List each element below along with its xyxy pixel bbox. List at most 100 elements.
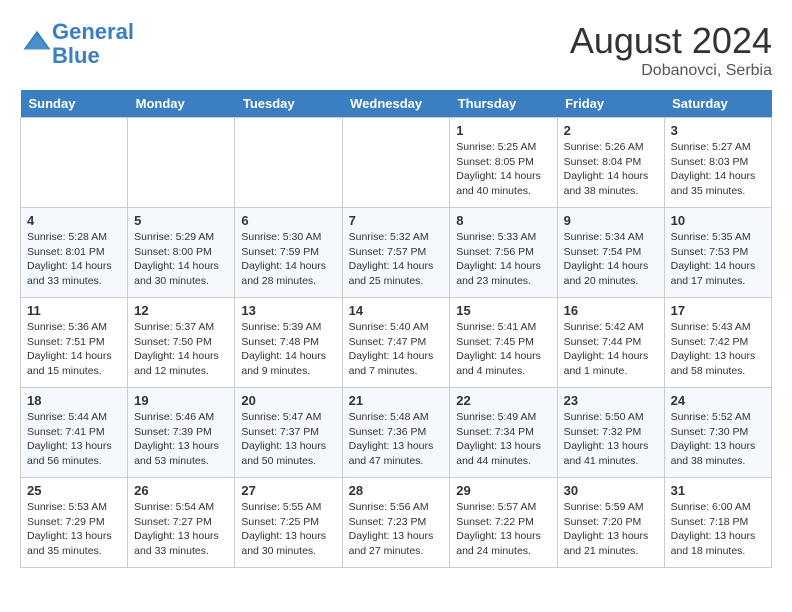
table-row: 11 Sunrise: 5:36 AMSunset: 7:51 PMDayligh… — [21, 298, 128, 388]
day-content: Sunrise: 5:40 AMSunset: 7:47 PMDaylight:… — [349, 320, 444, 379]
day-content: Sunrise: 5:52 AMSunset: 7:30 PMDaylight:… — [671, 410, 765, 469]
table-row: 13 Sunrise: 5:39 AMSunset: 7:48 PMDayligh… — [235, 298, 342, 388]
day-number: 10 — [671, 213, 765, 228]
day-number: 8 — [456, 213, 550, 228]
day-content: Sunrise: 5:27 AMSunset: 8:03 PMDaylight:… — [671, 140, 765, 199]
table-row: 9 Sunrise: 5:34 AMSunset: 7:54 PMDaylight… — [557, 208, 664, 298]
day-content: Sunrise: 5:39 AMSunset: 7:48 PMDaylight:… — [241, 320, 335, 379]
day-content: Sunrise: 5:53 AMSunset: 7:29 PMDaylight:… — [27, 500, 121, 559]
day-content: Sunrise: 5:50 AMSunset: 7:32 PMDaylight:… — [564, 410, 658, 469]
day-content: Sunrise: 5:49 AMSunset: 7:34 PMDaylight:… — [456, 410, 550, 469]
day-content: Sunrise: 5:35 AMSunset: 7:53 PMDaylight:… — [671, 230, 765, 289]
day-number: 4 — [27, 213, 121, 228]
table-row: 29Sunrise: 5:57 AMSunset: 7:22 PMDayligh… — [450, 478, 557, 568]
table-row: 31 Sunrise: 6:00 AMSunset: 7:18 PMDayligh… — [664, 478, 771, 568]
day-content: Sunrise: 5:42 AMSunset: 7:44 PMDaylight:… — [564, 320, 658, 379]
day-number: 6 — [241, 213, 335, 228]
day-content: Sunrise: 5:47 AMSunset: 7:37 PMDaylight:… — [241, 410, 335, 469]
day-number: 13 — [241, 303, 335, 318]
table-row: 23 Sunrise: 5:50 AMSunset: 7:32 PMDayligh… — [557, 388, 664, 478]
table-row: 18Sunrise: 5:44 AMSunset: 7:41 PMDayligh… — [21, 388, 128, 478]
day-number: 24 — [671, 393, 765, 408]
day-content: Sunrise: 5:28 AMSunset: 8:01 PMDaylight:… — [27, 230, 121, 289]
table-row: 17 Sunrise: 5:43 AMSunset: 7:42 PMDayligh… — [664, 298, 771, 388]
day-number: 25 — [27, 483, 121, 498]
day-number: 1 — [456, 123, 550, 138]
day-content: Sunrise: 5:29 AMSunset: 8:00 PMDaylight:… — [134, 230, 228, 289]
location-subtitle: Dobanovci, Serbia — [570, 62, 772, 80]
day-content: Sunrise: 5:36 AMSunset: 7:51 PMDaylight:… — [27, 320, 121, 379]
table-row: 26Sunrise: 5:54 AMSunset: 7:27 PMDayligh… — [128, 478, 235, 568]
day-number: 17 — [671, 303, 765, 318]
day-content: Sunrise: 5:59 AMSunset: 7:20 PMDaylight:… — [564, 500, 658, 559]
day-number: 2 — [564, 123, 658, 138]
day-number: 14 — [349, 303, 444, 318]
day-content: Sunrise: 5:55 AMSunset: 7:25 PMDaylight:… — [241, 500, 335, 559]
table-row: 16 Sunrise: 5:42 AMSunset: 7:44 PMDayligh… — [557, 298, 664, 388]
table-row: 30 Sunrise: 5:59 AMSunset: 7:20 PMDayligh… — [557, 478, 664, 568]
table-row: 10 Sunrise: 5:35 AMSunset: 7:53 PMDayligh… — [664, 208, 771, 298]
table-row — [235, 118, 342, 208]
table-row: 5 Sunrise: 5:29 AMSunset: 8:00 PMDaylight… — [128, 208, 235, 298]
calendar-table: Sunday Monday Tuesday Wednesday Thursday… — [20, 90, 772, 568]
logo-text: General Blue — [52, 20, 134, 68]
day-content: Sunrise: 5:43 AMSunset: 7:42 PMDaylight:… — [671, 320, 765, 379]
calendar-week-row: 18Sunrise: 5:44 AMSunset: 7:41 PMDayligh… — [21, 388, 772, 478]
day-number: 15 — [456, 303, 550, 318]
calendar-week-row: 25 Sunrise: 5:53 AMSunset: 7:29 PMDayligh… — [21, 478, 772, 568]
table-row: 27Sunrise: 5:55 AMSunset: 7:25 PMDayligh… — [235, 478, 342, 568]
table-row — [128, 118, 235, 208]
table-row: 22 Sunrise: 5:49 AMSunset: 7:34 PMDayligh… — [450, 388, 557, 478]
day-number: 28 — [349, 483, 444, 498]
day-content: Sunrise: 5:34 AMSunset: 7:54 PMDaylight:… — [564, 230, 658, 289]
title-block: August 2024 Dobanovci, Serbia — [570, 20, 772, 80]
table-row: 2 Sunrise: 5:26 AMSunset: 8:04 PMDaylight… — [557, 118, 664, 208]
header-monday: Monday — [128, 90, 235, 118]
day-content: Sunrise: 5:32 AMSunset: 7:57 PMDaylight:… — [349, 230, 444, 289]
page-header: General Blue August 2024 Dobanovci, Serb… — [20, 20, 772, 80]
day-number: 31 — [671, 483, 765, 498]
table-row: 25 Sunrise: 5:53 AMSunset: 7:29 PMDayligh… — [21, 478, 128, 568]
table-row: 15 Sunrise: 5:41 AMSunset: 7:45 PMDayligh… — [450, 298, 557, 388]
table-row: 12Sunrise: 5:37 AMSunset: 7:50 PMDayligh… — [128, 298, 235, 388]
table-row: 28Sunrise: 5:56 AMSunset: 7:23 PMDayligh… — [342, 478, 450, 568]
header-sunday: Sunday — [21, 90, 128, 118]
header-thursday: Thursday — [450, 90, 557, 118]
day-number: 16 — [564, 303, 658, 318]
header-tuesday: Tuesday — [235, 90, 342, 118]
day-number: 11 — [27, 303, 121, 318]
header-wednesday: Wednesday — [342, 90, 450, 118]
day-content: Sunrise: 5:46 AMSunset: 7:39 PMDaylight:… — [134, 410, 228, 469]
month-year-title: August 2024 — [570, 20, 772, 62]
table-row: 7 Sunrise: 5:32 AMSunset: 7:57 PMDaylight… — [342, 208, 450, 298]
table-row — [342, 118, 450, 208]
day-number: 29 — [456, 483, 550, 498]
day-number: 22 — [456, 393, 550, 408]
table-row: 21Sunrise: 5:48 AMSunset: 7:36 PMDayligh… — [342, 388, 450, 478]
calendar-week-row: 11 Sunrise: 5:36 AMSunset: 7:51 PMDayligh… — [21, 298, 772, 388]
calendar-header-row: Sunday Monday Tuesday Wednesday Thursday… — [21, 90, 772, 118]
day-content: Sunrise: 5:26 AMSunset: 8:04 PMDaylight:… — [564, 140, 658, 199]
day-number: 9 — [564, 213, 658, 228]
table-row: 19 Sunrise: 5:46 AMSunset: 7:39 PMDayligh… — [128, 388, 235, 478]
day-number: 23 — [564, 393, 658, 408]
calendar-week-row: 4 Sunrise: 5:28 AMSunset: 8:01 PMDaylight… — [21, 208, 772, 298]
day-content: Sunrise: 5:54 AMSunset: 7:27 PMDaylight:… — [134, 500, 228, 559]
day-content: Sunrise: 6:00 AMSunset: 7:18 PMDaylight:… — [671, 500, 765, 559]
day-number: 7 — [349, 213, 444, 228]
table-row: 24 Sunrise: 5:52 AMSunset: 7:30 PMDayligh… — [664, 388, 771, 478]
day-content: Sunrise: 5:37 AMSunset: 7:50 PMDaylight:… — [134, 320, 228, 379]
day-content: Sunrise: 5:25 AMSunset: 8:05 PMDaylight:… — [456, 140, 550, 199]
day-number: 5 — [134, 213, 228, 228]
calendar-week-row: 1 Sunrise: 5:25 AMSunset: 8:05 PMDaylight… — [21, 118, 772, 208]
header-friday: Friday — [557, 90, 664, 118]
table-row: 20 Sunrise: 5:47 AMSunset: 7:37 PMDayligh… — [235, 388, 342, 478]
day-content: Sunrise: 5:41 AMSunset: 7:45 PMDaylight:… — [456, 320, 550, 379]
day-content: Sunrise: 5:30 AMSunset: 7:59 PMDaylight:… — [241, 230, 335, 289]
day-content: Sunrise: 5:33 AMSunset: 7:56 PMDaylight:… — [456, 230, 550, 289]
day-number: 30 — [564, 483, 658, 498]
day-number: 20 — [241, 393, 335, 408]
logo: General Blue — [20, 20, 134, 68]
day-number: 19 — [134, 393, 228, 408]
day-number: 18 — [27, 393, 121, 408]
